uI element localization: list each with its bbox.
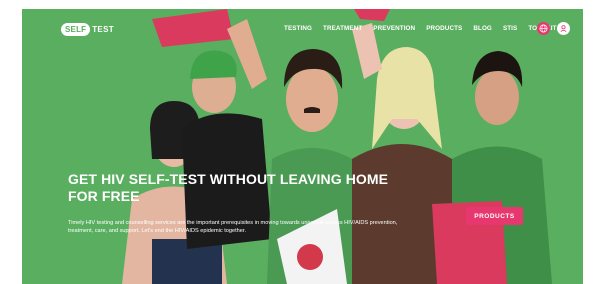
nav-item-testing[interactable]: TESTING	[284, 23, 312, 35]
products-button[interactable]: PRODUCTS	[466, 207, 523, 225]
hero-image	[22, 9, 583, 284]
logo[interactable]: SELF TEST	[61, 23, 114, 36]
account-button[interactable]	[557, 22, 570, 35]
site-header: SELF TEST TESTING TREATMENT PREVENTION P…	[22, 9, 583, 49]
hero-photo	[22, 9, 583, 284]
main-nav: TESTING TREATMENT PREVENTION PRODUCTS BL…	[284, 23, 557, 35]
nav-item-stis[interactable]: STIS	[503, 23, 517, 35]
hero-section: SELF TEST TESTING TREATMENT PREVENTION P…	[22, 9, 583, 284]
logo-badge: SELF	[61, 23, 91, 36]
language-button[interactable]	[537, 22, 550, 35]
hero-description: Timely HIV testing and counselling servi…	[68, 220, 398, 234]
nav-item-prevention[interactable]: PREVENTION	[373, 23, 415, 35]
logo-word: TEST	[92, 25, 114, 34]
user-icon	[560, 25, 567, 32]
nav-item-treatment[interactable]: TREATMENT	[323, 23, 362, 35]
nav-item-products[interactable]: PRODUCTS	[426, 23, 462, 35]
hero-title: GET HIV SELF-TEST WITHOUT LEAVING HOME F…	[68, 171, 389, 204]
globe-icon	[539, 24, 548, 33]
nav-item-blog[interactable]: BLOG	[473, 23, 492, 35]
